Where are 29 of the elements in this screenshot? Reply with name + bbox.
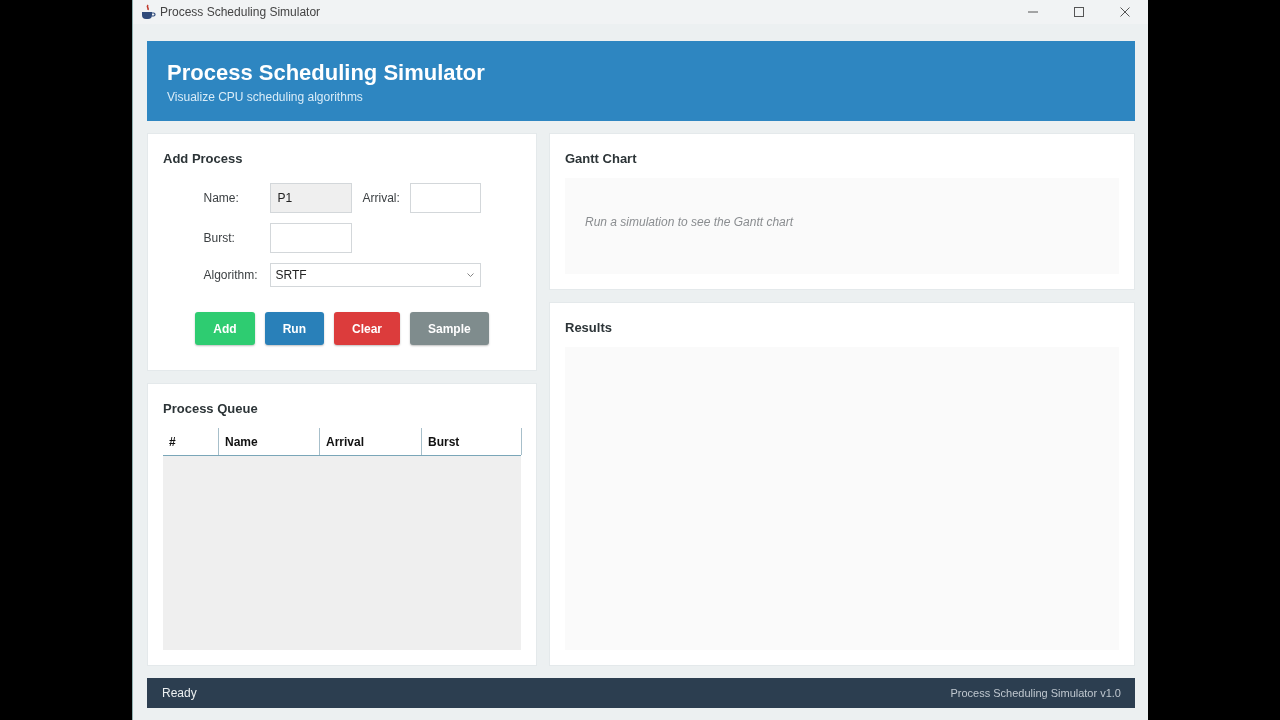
column-header: # — [163, 428, 219, 455]
column-header: Arrival — [320, 428, 422, 455]
caret-icon — [466, 273, 474, 277]
panel-title: Add Process — [163, 151, 243, 167]
empty-chart-message: Run a simulation to see the Gantt chart — [585, 215, 794, 229]
action-button[interactable]: Clear — [333, 312, 400, 345]
algorithm-dropdown[interactable]: SRTF — [269, 263, 481, 287]
action-button[interactable]: Sample — [410, 312, 489, 345]
version-text: Process Scheduling Simulator v1.0 — [950, 687, 1121, 699]
panel-title: Gantt Chart — [565, 151, 637, 167]
panel-title: Results — [565, 320, 612, 336]
maximize-icon — [1074, 7, 1084, 17]
close-icon — [1120, 7, 1130, 17]
column-header: Name — [219, 428, 320, 455]
input-field[interactable]: P1 — [269, 183, 352, 213]
field-label: Algorithm: — [203, 268, 258, 282]
action-button[interactable]: Run — [264, 312, 324, 345]
input-field[interactable] — [269, 223, 352, 253]
window-title: Process Scheduling Simulator — [160, 5, 321, 19]
field-label: Name: — [203, 191, 239, 205]
status-text: Ready — [162, 686, 197, 700]
column-header: Burst — [422, 428, 522, 455]
cup-icon — [140, 4, 156, 20]
panel-title: Process Queue — [163, 401, 258, 417]
field-label: Burst: — [203, 231, 235, 245]
app-title: Process Scheduling Simulator — [167, 60, 485, 86]
app-subtitle: Visualize CPU scheduling algorithms — [167, 90, 363, 105]
field-label: Arrival: — [362, 191, 400, 205]
input-field[interactable] — [409, 183, 481, 213]
